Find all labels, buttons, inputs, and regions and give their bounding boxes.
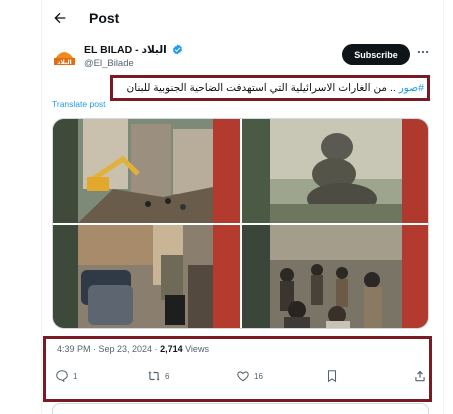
- timestamp[interactable]: 4:39 PM · Sep 23, 2024 ·: [57, 344, 160, 354]
- post-meta: 4:39 PM · Sep 23, 2024 · 2,714 Views: [57, 344, 209, 354]
- action-bar: 1 6 16: [46, 369, 429, 389]
- repost-icon: [148, 371, 160, 381]
- verified-icon: [172, 44, 182, 55]
- tweet-text: #صور .. من الغارات الاسرائيلية التي استه…: [127, 82, 424, 94]
- tweet-text-highlight: #صور .. من الغارات الاسرائيلية التي استه…: [110, 75, 430, 101]
- share-icon: [415, 370, 425, 382]
- share-button[interactable]: [413, 369, 427, 383]
- tweet-body: .. من الغارات الاسرائيلية التي استهدفت ا…: [126, 82, 399, 94]
- photo-smoke[interactable]: [242, 119, 428, 223]
- views-count: 2,714: [160, 344, 183, 354]
- photo-crowd[interactable]: [242, 225, 428, 328]
- like-icon: [237, 371, 249, 382]
- views-label: Views: [182, 344, 209, 354]
- like-count: 16: [254, 371, 263, 381]
- hashtag-link[interactable]: #صور: [399, 82, 424, 94]
- bookmark-button[interactable]: [325, 369, 339, 383]
- like-button[interactable]: 16: [236, 369, 263, 383]
- author-handle[interactable]: @El_Bilade: [84, 58, 134, 69]
- reply-button[interactable]: 1: [55, 369, 77, 383]
- translate-post-link[interactable]: Translate post: [52, 99, 106, 109]
- more-icon[interactable]: [416, 45, 430, 59]
- reply-composer[interactable]: [52, 403, 429, 414]
- repost-button[interactable]: 6: [147, 369, 169, 383]
- author-name[interactable]: EL BILAD - البلاد: [84, 44, 183, 56]
- reply-count: 1: [73, 371, 78, 381]
- subscribe-button[interactable]: Subscribe: [342, 44, 410, 65]
- author-name-text[interactable]: EL BILAD - البلاد: [84, 44, 167, 56]
- reply-icon: [56, 370, 68, 383]
- photo-rubble[interactable]: [53, 119, 240, 223]
- repost-count: 6: [165, 371, 170, 381]
- photo-damaged-cars[interactable]: [53, 225, 240, 328]
- svg-text:البلاد: البلاد: [57, 59, 71, 66]
- bookmark-icon: [327, 370, 337, 383]
- back-arrow-icon[interactable]: [52, 10, 68, 26]
- post-meta-highlight: 4:39 PM · Sep 23, 2024 · 2,714 Views 1 6…: [43, 336, 432, 402]
- avatar[interactable]: البلاد: [51, 43, 78, 70]
- media-grid: [52, 118, 429, 329]
- page-title: Post: [89, 10, 120, 26]
